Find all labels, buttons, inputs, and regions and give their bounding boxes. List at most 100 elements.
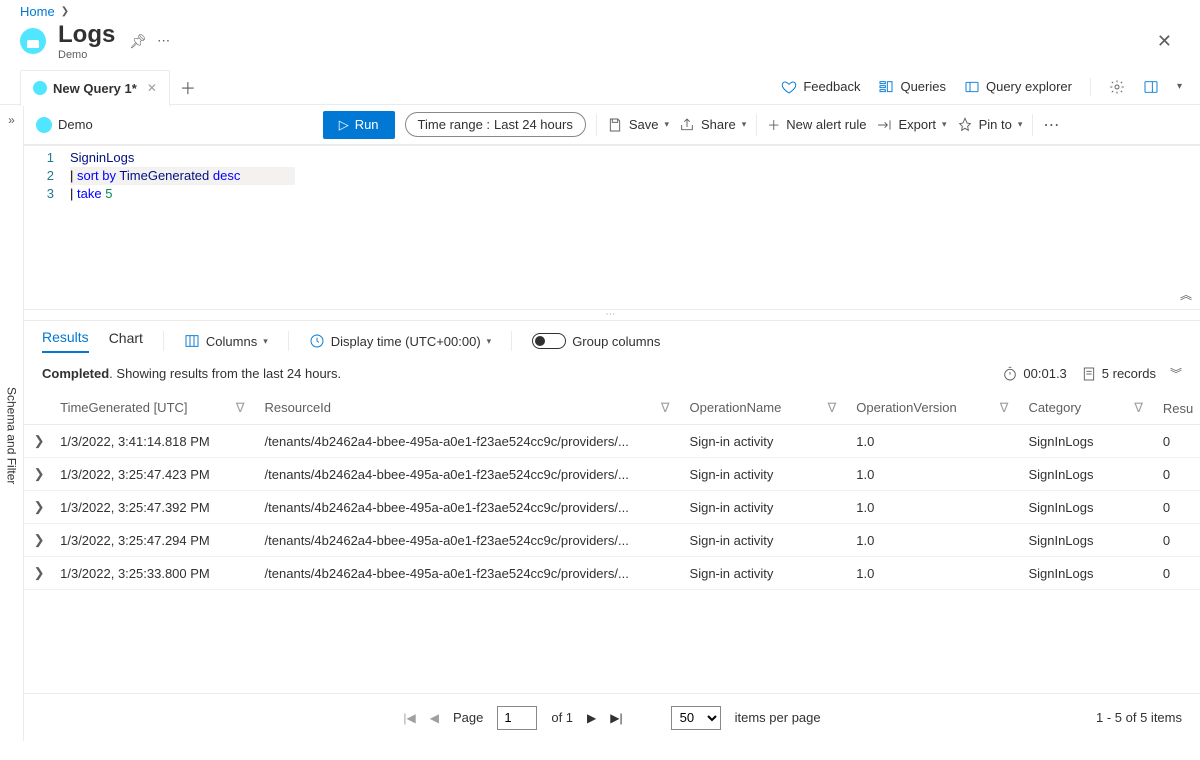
- divider: [288, 331, 289, 351]
- add-tab-button[interactable]: ＋: [180, 75, 196, 99]
- page-of-label: of 1: [551, 710, 573, 725]
- cell-time: 1/3/2022, 3:41:14.818 PM: [54, 425, 258, 458]
- save-icon: [607, 117, 623, 133]
- chevron-down-icon: ▾: [487, 336, 492, 347]
- collapse-editor-icon[interactable]: ︽: [1180, 286, 1192, 303]
- time-range-selector[interactable]: Time range : Last 24 hours: [405, 112, 586, 137]
- query-tab-label: New Query 1*: [53, 81, 137, 96]
- col-timegenerated[interactable]: TimeGenerated [UTC]∇: [54, 392, 258, 425]
- query-editor[interactable]: 1 2 3 SigninLogs | sort by TimeGenerated…: [24, 145, 1200, 310]
- cell-operation: Sign-in activity: [684, 491, 851, 524]
- queries-icon: [878, 79, 894, 95]
- per-page-label: items per page: [735, 710, 821, 725]
- close-tab-icon[interactable]: ✕: [147, 81, 157, 95]
- chevron-down-icon[interactable]: ▾: [1177, 81, 1182, 92]
- more-actions-icon[interactable]: ⋯: [1043, 115, 1060, 135]
- col-operationname[interactable]: OperationName∇: [684, 392, 851, 425]
- table-row[interactable]: ❯1/3/2022, 3:41:14.818 PM/tenants/4b2462…: [24, 425, 1200, 458]
- tab-chart[interactable]: Chart: [109, 330, 143, 352]
- expand-row-icon[interactable]: ❯: [24, 491, 54, 524]
- cell-version: 1.0: [850, 557, 1022, 590]
- page-size-select[interactable]: 50: [671, 706, 721, 730]
- cell-category: SignInLogs: [1022, 458, 1156, 491]
- side-rail: » Schema and Filter: [0, 105, 24, 741]
- toggle-icon[interactable]: [532, 333, 566, 349]
- settings-icon[interactable]: [1109, 79, 1125, 95]
- stopwatch-icon: [1002, 366, 1018, 382]
- next-page-button[interactable]: ▶: [587, 711, 596, 725]
- more-icon[interactable]: ⋯: [157, 33, 170, 49]
- expand-results-icon[interactable]: ︾: [1170, 365, 1182, 382]
- columns-button[interactable]: Columns ▾: [184, 333, 268, 349]
- run-button[interactable]: ▷ Run: [323, 111, 395, 139]
- expand-row-icon[interactable]: ❯: [24, 557, 54, 590]
- editor-gutter: 1 2 3: [24, 145, 64, 309]
- expand-rail-icon[interactable]: »: [8, 113, 15, 127]
- filter-icon[interactable]: ∇: [661, 400, 670, 416]
- side-rail-label[interactable]: Schema and Filter: [5, 387, 19, 484]
- filter-icon[interactable]: ∇: [1000, 400, 1009, 416]
- status-row: Completed. Showing results from the last…: [24, 361, 1200, 392]
- chevron-right-icon: ❯: [61, 6, 69, 17]
- tab-results[interactable]: Results: [42, 329, 89, 353]
- breadcrumb-home[interactable]: Home: [20, 4, 55, 19]
- cell-result: 0: [1157, 557, 1200, 590]
- record-count: 5 records: [1081, 366, 1156, 382]
- filter-icon[interactable]: ∇: [1134, 400, 1143, 416]
- queries-button[interactable]: Queries: [878, 79, 946, 95]
- new-alert-button[interactable]: ＋ New alert rule: [767, 115, 866, 134]
- page-title: Logs: [58, 21, 115, 49]
- feedback-button[interactable]: Feedback: [781, 79, 860, 95]
- cell-version: 1.0: [850, 524, 1022, 557]
- expand-row-icon[interactable]: ❯: [24, 458, 54, 491]
- expand-row-icon[interactable]: ❯: [24, 425, 54, 458]
- display-time-button[interactable]: Display time (UTC+00:00) ▾: [309, 333, 491, 349]
- export-button[interactable]: Export ▾: [876, 117, 946, 133]
- pin-icon[interactable]: 📌︎: [129, 33, 147, 50]
- clock-icon: [309, 333, 325, 349]
- splitter-handle[interactable]: ⋯: [24, 310, 1200, 321]
- table-row[interactable]: ❯1/3/2022, 3:25:47.392 PM/tenants/4b2462…: [24, 491, 1200, 524]
- divider: [596, 114, 597, 136]
- explorer-icon: [964, 79, 980, 95]
- table-row[interactable]: ❯1/3/2022, 3:25:33.800 PM/tenants/4b2462…: [24, 557, 1200, 590]
- editor-code[interactable]: SigninLogs | sort by TimeGenerated desc …: [64, 145, 1200, 309]
- export-icon: [876, 117, 892, 133]
- col-category[interactable]: Category∇: [1022, 392, 1156, 425]
- pin-to-button[interactable]: Pin to ▾: [957, 117, 1023, 133]
- chevron-down-icon: ▾: [263, 336, 268, 347]
- page-input[interactable]: [497, 706, 537, 730]
- filter-icon[interactable]: ∇: [236, 400, 245, 416]
- page-summary: 1 - 5 of 5 items: [1096, 710, 1182, 725]
- col-operationversion[interactable]: OperationVersion∇: [850, 392, 1022, 425]
- filter-icon[interactable]: ∇: [828, 400, 837, 416]
- expand-row-icon[interactable]: ❯: [24, 524, 54, 557]
- cell-result: 0: [1157, 425, 1200, 458]
- query-action-bar: Demo ▷ Run Time range : Last 24 hours Sa…: [24, 105, 1200, 145]
- query-tab-icon: [33, 81, 47, 95]
- scope-selector[interactable]: Demo: [36, 117, 93, 133]
- query-tab-active[interactable]: New Query 1* ✕: [20, 70, 170, 106]
- share-icon: [679, 117, 695, 133]
- cell-time: 1/3/2022, 3:25:47.392 PM: [54, 491, 258, 524]
- query-explorer-button[interactable]: Query explorer: [964, 79, 1072, 95]
- page-subtitle: Demo: [58, 49, 115, 61]
- first-page-button[interactable]: |◀: [403, 711, 415, 725]
- cell-resource: /tenants/4b2462a4-bbee-495a-a0e1-f23ae52…: [259, 458, 684, 491]
- last-page-button[interactable]: ▶|: [610, 711, 622, 725]
- panel-icon[interactable]: [1143, 79, 1159, 95]
- table-row[interactable]: ❯1/3/2022, 3:25:47.423 PM/tenants/4b2462…: [24, 458, 1200, 491]
- cell-operation: Sign-in activity: [684, 524, 851, 557]
- prev-page-button[interactable]: ◀: [430, 711, 439, 725]
- save-button[interactable]: Save ▾: [607, 117, 669, 133]
- col-resourceid[interactable]: ResourceId∇: [259, 392, 684, 425]
- pin-icon: [957, 117, 973, 133]
- share-button[interactable]: Share ▾: [679, 117, 746, 133]
- group-columns-toggle[interactable]: Group columns: [532, 333, 660, 349]
- status-completed: Completed: [42, 366, 109, 381]
- cell-result: 0: [1157, 524, 1200, 557]
- table-row[interactable]: ❯1/3/2022, 3:25:47.294 PM/tenants/4b2462…: [24, 524, 1200, 557]
- cell-time: 1/3/2022, 3:25:47.423 PM: [54, 458, 258, 491]
- close-icon[interactable]: ✕: [1149, 27, 1180, 56]
- col-result[interactable]: Resu: [1157, 392, 1200, 425]
